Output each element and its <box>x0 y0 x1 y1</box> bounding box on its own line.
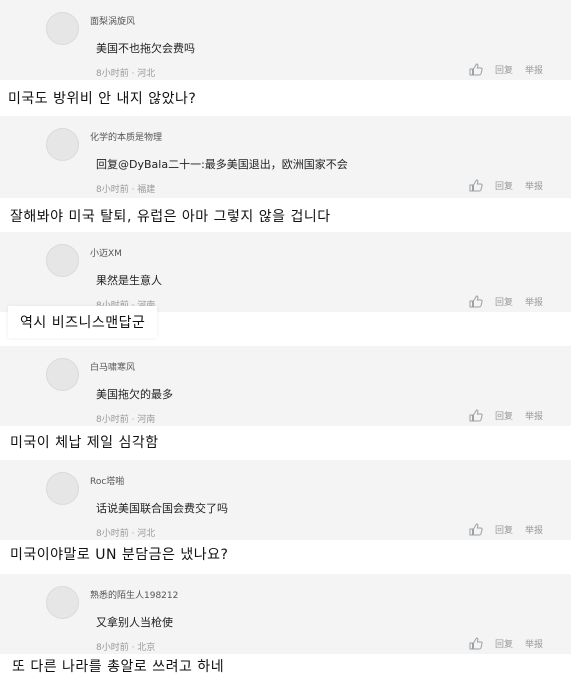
username[interactable]: 熟悉的陌生人198212 <box>90 588 178 601</box>
thumbs-up-icon[interactable] <box>469 409 483 422</box>
comment-meta: 8小时前 · 河南 <box>96 415 156 425</box>
comment-text: 美国拖欠的最多 <box>96 388 173 401</box>
reply-button[interactable]: 回复 <box>495 523 513 536</box>
avatar[interactable] <box>46 12 79 45</box>
avatar[interactable] <box>46 586 79 619</box>
thumbs-up-icon[interactable] <box>469 179 483 192</box>
comment-meta: 8小时前 · 河北 <box>96 529 156 539</box>
comment-card: 熟悉的陌生人198212 又拿别人当枪使 8小时前 · 北京 回复 举报 <box>0 574 571 654</box>
username[interactable]: 白马啸寒风 <box>90 360 135 373</box>
comment-text: 话说美国联合国会费交了吗 <box>96 502 228 515</box>
thumbs-up-icon[interactable] <box>469 523 483 536</box>
comment-actions: 回复 举报 <box>469 409 543 422</box>
translation-text: 잘해봐야 미국 탈퇴, 유럽은 아마 그렇지 않을 겁니다 <box>10 206 331 226</box>
username[interactable]: Roc塔啪 <box>90 474 124 487</box>
avatar[interactable] <box>46 244 79 277</box>
username[interactable]: 化学的本质是物理 <box>90 130 162 143</box>
comment-meta: 8小时前 · 福建 <box>96 185 156 195</box>
avatar[interactable] <box>46 472 79 505</box>
report-button[interactable]: 举报 <box>525 63 543 76</box>
reply-button[interactable]: 回复 <box>495 637 513 650</box>
translation-text: 미국도 방위비 안 내지 않았나? <box>8 88 197 108</box>
report-button[interactable]: 举报 <box>525 295 543 308</box>
comment-meta: 8小时前 · 河北 <box>96 69 156 79</box>
comment-text: 美国不也拖欠会费吗 <box>96 42 195 55</box>
comment-card: 面梨涡旋风 美国不也拖欠会费吗 8小时前 · 河北 回复 举报 <box>0 0 571 80</box>
comment-actions: 回复 举报 <box>469 637 543 650</box>
reply-button[interactable]: 回复 <box>495 295 513 308</box>
report-button[interactable]: 举报 <box>525 637 543 650</box>
reply-button[interactable]: 回复 <box>495 179 513 192</box>
avatar[interactable] <box>46 358 79 391</box>
comment-actions: 回复 举报 <box>469 295 543 308</box>
comment-card: Roc塔啪 话说美国联合国会费交了吗 8小时前 · 河北 回复 举报 <box>0 460 571 540</box>
translation-text: 미국이야말로 UN 분담금은 냈나요? <box>10 544 229 564</box>
avatar[interactable] <box>46 128 79 161</box>
thumbs-up-icon[interactable] <box>469 637 483 650</box>
report-button[interactable]: 举报 <box>525 523 543 536</box>
comment-actions: 回复 举报 <box>469 63 543 76</box>
comment-meta: 8小时前 · 北京 <box>96 643 156 653</box>
report-button[interactable]: 举报 <box>525 409 543 422</box>
reply-button[interactable]: 回复 <box>495 409 513 422</box>
reply-button[interactable]: 回复 <box>495 63 513 76</box>
comment-card: 小迈XM 果然是生意人 8小时前 · 河南 回复 举报 <box>0 232 571 312</box>
comment-actions: 回复 举报 <box>469 523 543 536</box>
username[interactable]: 小迈XM <box>90 246 122 259</box>
translation-text: 미국이 체납 제일 심각함 <box>10 432 159 452</box>
translation-text: 또 다른 나라를 총알로 쓰려고 하네 <box>12 656 225 676</box>
comment-actions: 回复 举报 <box>469 179 543 192</box>
username[interactable]: 面梨涡旋风 <box>90 14 135 27</box>
thumbs-up-icon[interactable] <box>469 295 483 308</box>
comment-text: 回复@DyBala二十一:最多美国退出，欧洲国家不会 <box>96 158 348 171</box>
translation-text: 역시 비즈니스맨답군 <box>8 306 158 338</box>
comment-text: 果然是生意人 <box>96 274 162 287</box>
thumbs-up-icon[interactable] <box>469 63 483 76</box>
comment-text: 又拿别人当枪使 <box>96 616 173 629</box>
report-button[interactable]: 举报 <box>525 179 543 192</box>
comment-card: 白马啸寒风 美国拖欠的最多 8小时前 · 河南 回复 举报 <box>0 346 571 426</box>
comment-card: 化学的本质是物理 回复@DyBala二十一:最多美国退出，欧洲国家不会 8小时前… <box>0 116 571 198</box>
